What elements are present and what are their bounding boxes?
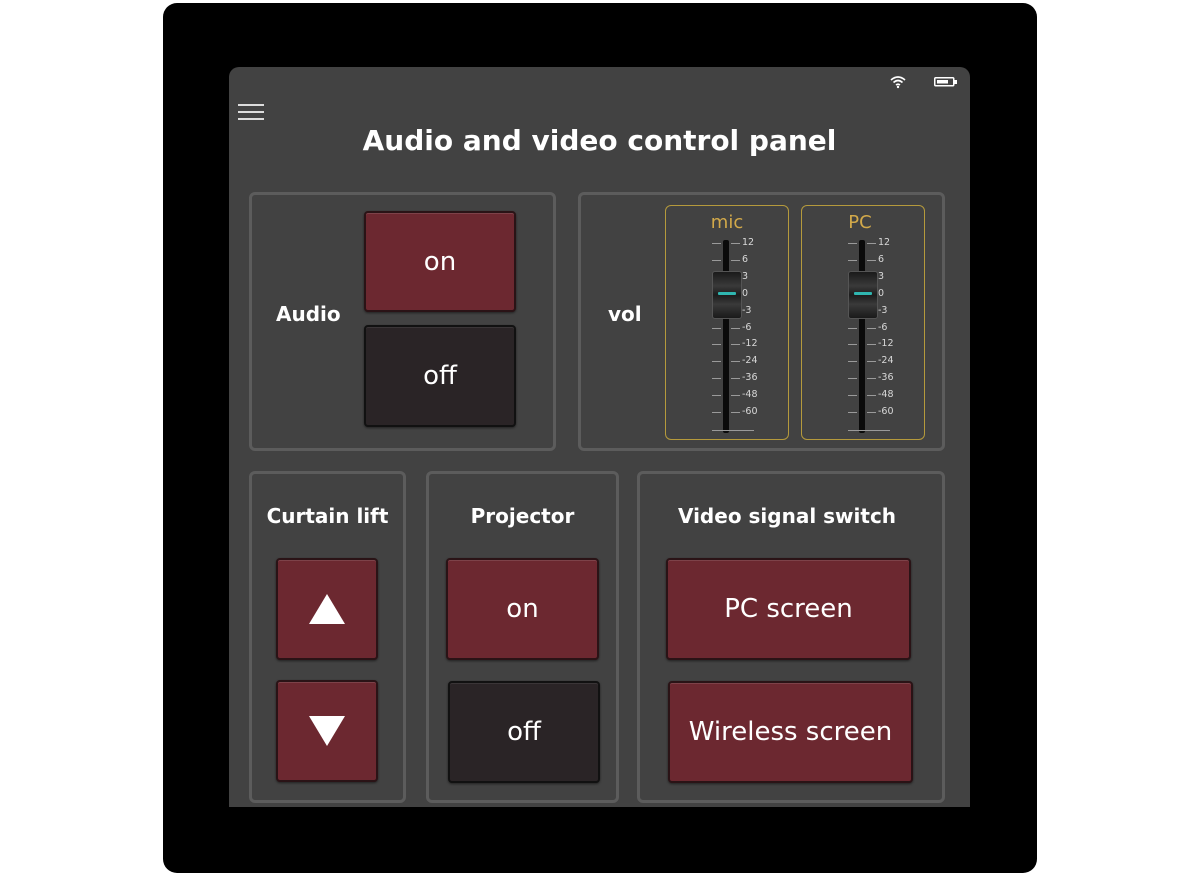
scale-tick-label: -6 <box>878 321 888 333</box>
projector-on-button[interactable]: on <box>446 558 599 660</box>
scale-mark <box>867 259 876 261</box>
scale-tick-label: -48 <box>878 389 894 401</box>
scale-mark <box>867 327 876 329</box>
scale-mark <box>731 327 740 329</box>
arrow-down-icon <box>309 716 345 746</box>
scale-mark <box>712 361 721 363</box>
scale-mark <box>848 430 890 431</box>
curtain-label: Curtain lift <box>266 504 389 528</box>
scale-mark <box>848 243 857 244</box>
scale-mark <box>712 243 721 244</box>
scale-mark <box>712 412 721 413</box>
scale-mark <box>867 395 876 397</box>
scale-mark <box>731 412 740 413</box>
scale-tick-label: 12 <box>742 237 755 248</box>
pc-screen-button[interactable]: PC screen <box>666 558 911 660</box>
scale-mark <box>867 412 876 413</box>
scale-tick-label: -12 <box>742 338 758 350</box>
scale-mark <box>848 327 857 329</box>
wifi-icon <box>890 76 906 89</box>
audio-label: Audio <box>276 302 341 326</box>
scale-mark <box>867 344 876 346</box>
audio-off-button[interactable]: off <box>364 325 516 427</box>
fader-track[interactable] <box>723 240 729 433</box>
audio-on-button[interactable]: on <box>364 211 516 312</box>
scale-mark <box>848 412 857 413</box>
scale-tick-label: -3 <box>878 304 888 316</box>
scale-mark <box>712 327 721 329</box>
scale-mark <box>712 395 721 397</box>
volume-label: vol <box>608 302 642 326</box>
scale-mark <box>712 344 721 346</box>
scale-mark <box>731 361 740 363</box>
scale-mark <box>731 259 740 261</box>
arrow-up-icon <box>309 594 345 624</box>
scale-mark <box>731 243 740 244</box>
scale-tick-label: -60 <box>878 406 894 417</box>
scale-mark <box>867 378 876 380</box>
fader-led <box>718 291 736 295</box>
page-title: Audio and video control panel <box>362 124 837 157</box>
scale-mark <box>731 378 740 380</box>
scale-tick-label: -36 <box>742 372 758 384</box>
scale-tick-label: 12 <box>878 237 891 248</box>
scale-tick-label: 3 <box>878 270 885 282</box>
scale-mark <box>712 259 721 261</box>
scale-mark <box>712 378 721 380</box>
scale-mark <box>731 344 740 346</box>
scale-tick-label: 6 <box>742 253 749 265</box>
video-switch-label: Video signal switch <box>677 504 897 528</box>
scale-tick-label: -60 <box>742 406 758 417</box>
scale-mark <box>867 243 876 244</box>
scale-mark <box>848 395 857 397</box>
curtain-down-button[interactable] <box>276 680 378 782</box>
scale-tick-label: -36 <box>878 372 894 384</box>
fader-knob[interactable] <box>712 270 742 319</box>
scale-tick-label: -12 <box>878 338 894 350</box>
scale-tick-label: -48 <box>742 389 758 401</box>
scale-tick-label: -24 <box>878 355 894 367</box>
scale-mark <box>712 430 754 431</box>
scale-tick-label: -24 <box>742 355 758 367</box>
pc-fader-label: PC <box>848 212 872 233</box>
scale-mark <box>731 395 740 397</box>
fader-led <box>854 291 872 295</box>
projector-label: Projector <box>470 504 575 528</box>
scale-mark <box>848 361 857 363</box>
scale-mark <box>848 378 857 380</box>
curtain-up-button[interactable] <box>276 558 378 660</box>
scale-tick-label: -6 <box>742 321 752 333</box>
hamburger-menu-icon[interactable] <box>238 104 264 120</box>
scale-mark <box>867 361 876 363</box>
scale-tick-label: 0 <box>742 287 749 299</box>
wireless-screen-button[interactable]: Wireless screen <box>668 681 913 783</box>
scale-tick-label: 6 <box>878 253 885 265</box>
fader-track[interactable] <box>859 240 865 433</box>
scale-mark <box>848 259 857 261</box>
scale-tick-label: 0 <box>878 287 885 299</box>
fader-knob[interactable] <box>848 270 878 319</box>
scale-tick-label: -3 <box>742 304 752 316</box>
projector-off-button[interactable]: off <box>448 681 600 783</box>
mic-fader-label: mic <box>710 212 744 233</box>
scale-tick-label: 3 <box>742 270 749 282</box>
battery-icon <box>934 77 957 87</box>
scale-mark <box>848 344 857 346</box>
